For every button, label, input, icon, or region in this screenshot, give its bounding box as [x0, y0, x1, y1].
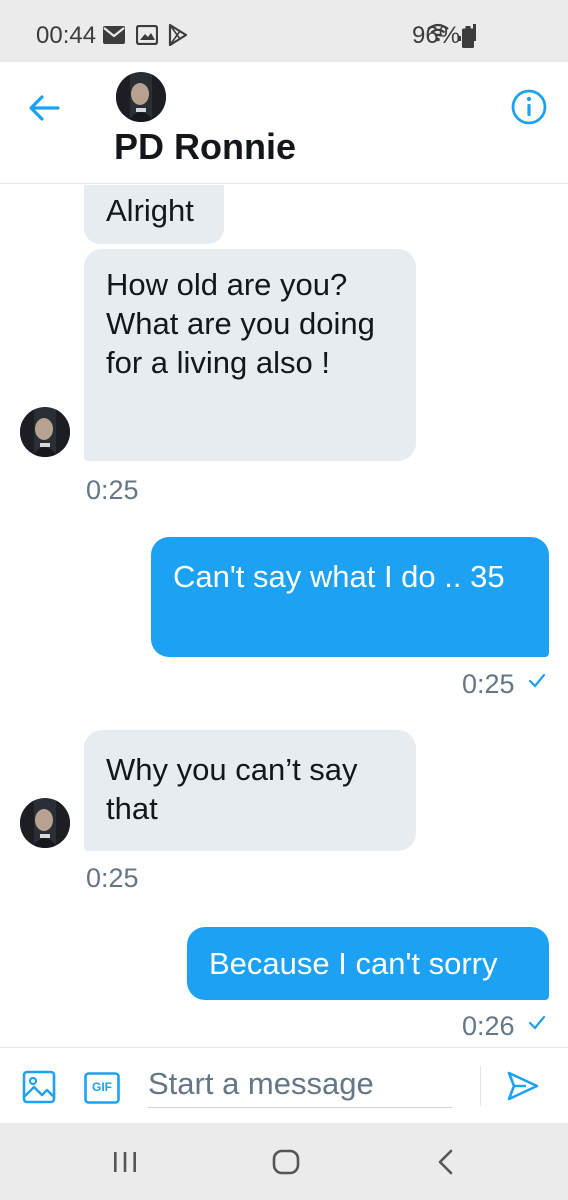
add-gif-button[interactable]: GIF [84, 1072, 120, 1109]
message-timestamp: 0:25 [86, 863, 139, 893]
message-text: Because I can't sorry [209, 946, 498, 981]
message-text: Why you can’t say that [106, 752, 358, 826]
avatar[interactable] [20, 798, 70, 848]
message-text: Alright [106, 193, 194, 228]
info-button[interactable] [510, 88, 548, 126]
message-input[interactable] [148, 1060, 452, 1108]
message-bubble-outgoing[interactable]: Because I can't sorry [187, 927, 549, 1000]
send-button[interactable] [506, 1070, 540, 1107]
back-icon [438, 1149, 453, 1175]
conversation-header: PD Ronnie [0, 62, 568, 184]
home-button[interactable] [272, 1149, 300, 1180]
system-nav-bar [0, 1123, 568, 1200]
message-text: How old are you? What are you doing for … [106, 267, 375, 380]
message-timestamp: 0:26 [462, 1011, 515, 1041]
divider [480, 1066, 481, 1106]
contact-name[interactable]: PD Ronnie [114, 126, 296, 168]
add-image-button[interactable] [22, 1070, 56, 1109]
notification-icons [102, 24, 188, 46]
play-store-icon [168, 24, 188, 46]
message-bubble-incoming[interactable]: Why you can’t say that [84, 730, 416, 851]
avatar[interactable] [20, 407, 70, 457]
compose-bar: GIF [0, 1047, 568, 1123]
image-icon [22, 1070, 56, 1104]
back-button[interactable] [26, 90, 62, 126]
message-bubble-incoming[interactable]: Alright [84, 185, 224, 244]
status-bar: 00:44 96% [0, 0, 568, 62]
message-bubble-incoming[interactable]: How old are you? What are you doing for … [84, 249, 416, 461]
sent-check-icon [527, 671, 547, 696]
message-timestamp: 0:25 [86, 475, 139, 505]
send-icon [507, 1071, 539, 1101]
message-timestamp: 0:25 [462, 669, 515, 699]
gallery-icon [136, 25, 158, 45]
recents-icon [114, 1152, 136, 1172]
message-list[interactable]: Alright How old are you? What are you do… [0, 185, 568, 1047]
info-icon [511, 89, 547, 125]
nav-back-button[interactable] [436, 1149, 456, 1180]
battery-icon [462, 26, 474, 53]
status-time: 00:44 [36, 22, 97, 49]
avatar[interactable] [116, 72, 166, 122]
message-bubble-outgoing[interactable]: Can't say what I do .. 35 [151, 537, 549, 657]
message-text: Can't say what I do .. 35 [173, 559, 505, 594]
home-icon [272, 1149, 300, 1175]
sent-check-icon [527, 1013, 547, 1038]
recents-button[interactable] [112, 1151, 138, 1178]
battery-percent: 96% [412, 22, 461, 49]
gif-label: GIF [92, 1080, 112, 1094]
back-arrow-icon [29, 95, 60, 121]
mail-icon [102, 25, 126, 45]
